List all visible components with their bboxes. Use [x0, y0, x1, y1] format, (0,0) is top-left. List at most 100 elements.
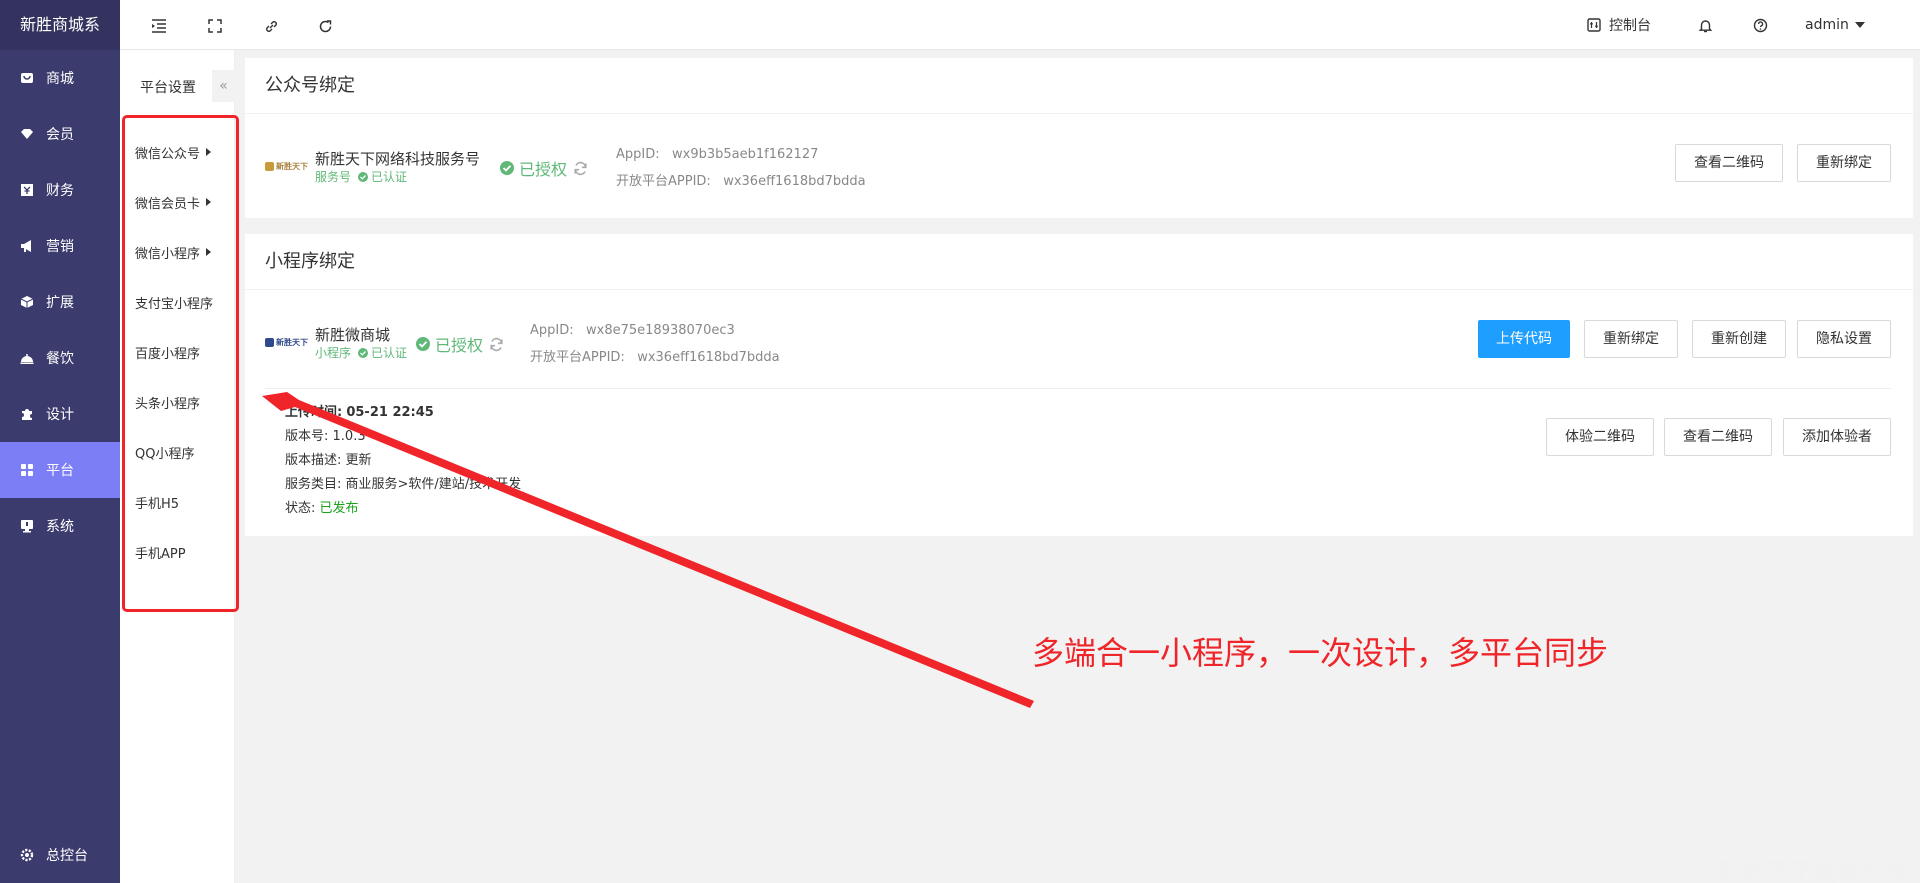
- sidebar-item-3[interactable]: 营销: [0, 218, 120, 274]
- sidebar-footer-label: 总控台: [46, 848, 88, 864]
- sync-icon[interactable]: [573, 161, 588, 176]
- logo-badge-icon: [265, 337, 274, 347]
- submenu-item-2[interactable]: 微信小程序: [120, 227, 234, 277]
- category-value: 商业服务>软件/建站/技术开发: [345, 477, 522, 492]
- mini-program-name: 新胜微商城: [315, 326, 391, 344]
- submenu-item-label: 手机APP: [135, 546, 186, 562]
- mini-program-type: 小程序 已认证: [315, 344, 407, 361]
- submenu-item-label: 微信小程序: [135, 246, 201, 262]
- mini-view-qrcode-button[interactable]: 查看二维码: [1664, 418, 1772, 456]
- check-circle-icon: [416, 337, 430, 351]
- recreate-button[interactable]: 重新创建: [1692, 320, 1786, 358]
- submenu-item-3[interactable]: 支付宝小程序: [120, 277, 234, 327]
- privacy-settings-button[interactable]: 隐私设置: [1797, 320, 1891, 358]
- caret-right-icon: [206, 198, 212, 206]
- version-label: 版本号:: [285, 429, 329, 444]
- caret-right-icon: [206, 248, 212, 256]
- verified-check-icon: [358, 171, 369, 182]
- sidebar-item-0[interactable]: 商城: [0, 50, 120, 106]
- console-label: 控制台: [1609, 18, 1651, 34]
- sidebar-item-label: 营销: [46, 239, 74, 255]
- mini-card-title: 小程序绑定: [245, 234, 1913, 290]
- verified-check-icon: [358, 347, 369, 358]
- link-icon[interactable]: [262, 17, 280, 35]
- official-card-title: 公众号绑定: [245, 58, 1913, 114]
- rebind-button[interactable]: 重新绑定: [1797, 144, 1891, 182]
- submenu-list: 微信公众号微信会员卡微信小程序支付宝小程序百度小程序头条小程序 QQ小程序手机H5…: [120, 127, 234, 577]
- view-qrcode-button[interactable]: 查看二维码: [1675, 144, 1783, 182]
- official-appid-label: AppID:: [616, 147, 660, 162]
- official-auth-status: 已授权: [500, 156, 588, 180]
- official-open-value: wx36eff1618bd7bdda: [723, 174, 866, 189]
- member-icon: [20, 127, 34, 141]
- upload-time-value: 05-21 22:45: [346, 405, 434, 420]
- megaphone-icon: [20, 239, 34, 253]
- mini-auth-status: 已授权: [416, 332, 504, 356]
- submenu-item-label: 手机H5: [135, 496, 180, 512]
- submenu-item-8[interactable]: 手机APP: [120, 527, 234, 577]
- official-appid-value: wx9b3b5aeb1f162127: [672, 147, 819, 162]
- sidebar-item-label: 财务: [46, 183, 74, 199]
- sidebar-item-6[interactable]: 设计: [0, 386, 120, 442]
- add-tester-button[interactable]: 添加体验者: [1783, 418, 1891, 456]
- sync-icon[interactable]: [489, 337, 504, 352]
- official-logo: 新胜天下: [265, 157, 309, 175]
- check-circle-icon: [500, 161, 514, 175]
- platform-submenu: 平台设置 « 微信公众号 微信会员卡 微信小程序 支付宝小程序 百度小程序 头条小程序 QQ…: [120, 50, 235, 883]
- status-value: 已发布: [319, 501, 359, 516]
- mini-open-appid: 开放平台APPID: wx36eff1618bd7bdda: [530, 346, 780, 365]
- fullscreen-icon[interactable]: [206, 17, 224, 35]
- sidebar-item-label: 会员: [46, 127, 74, 143]
- sidebar-item-5[interactable]: 餐饮: [0, 330, 120, 386]
- sidebar-item-7[interactable]: 平台: [0, 442, 120, 498]
- sidebar-item-label: 系统: [46, 519, 74, 535]
- menu-fold-icon[interactable]: [150, 17, 168, 35]
- mini-logo-text: 新胜天下: [276, 337, 308, 347]
- description-label: 版本描述:: [285, 453, 342, 468]
- submenu-item-label: 头条小程序: [135, 396, 201, 412]
- console-icon: [1587, 18, 1601, 32]
- sidebar-item-label: 餐饮: [46, 351, 74, 367]
- official-verified-label: 已认证: [371, 170, 408, 184]
- cube-icon: [20, 295, 34, 309]
- divider: [265, 388, 1891, 389]
- sidebar-item-4[interactable]: 扩展: [0, 274, 120, 330]
- submenu-item-5[interactable]: 头条小程序: [120, 377, 234, 427]
- sidebar-item-2[interactable]: 财务: [0, 162, 120, 218]
- bell-icon[interactable]: [1698, 14, 1713, 36]
- experience-qrcode-button[interactable]: 体验二维码: [1546, 418, 1654, 456]
- refresh-icon[interactable]: [316, 17, 334, 35]
- submenu-item-label: 支付宝小程序: [135, 296, 214, 312]
- sidebar-item-label: 平台: [46, 463, 74, 479]
- sidebar-footer-console[interactable]: 总控台: [0, 841, 120, 869]
- submenu-item-1[interactable]: 微信会员卡: [120, 177, 234, 227]
- submenu-item-0[interactable]: 微信公众号: [120, 127, 234, 177]
- submenu-item-label: 微信会员卡: [135, 196, 201, 212]
- user-menu[interactable]: admin: [1805, 14, 1865, 36]
- submenu-item-7[interactable]: 手机H5: [120, 477, 234, 527]
- submenu-item-6[interactable]: QQ小程序: [120, 427, 234, 477]
- official-account-type: 服务号 已认证: [315, 168, 407, 185]
- mini-auth-label: 已授权: [435, 336, 484, 355]
- submenu-item-4[interactable]: 百度小程序: [120, 327, 234, 377]
- official-auth-label: 已授权: [519, 160, 568, 179]
- mini-appid-value: wx8e75e18938070ec3: [586, 323, 735, 338]
- monitor-icon: [20, 519, 34, 533]
- help-icon[interactable]: [1753, 14, 1768, 36]
- mini-verified-label: 已认证: [371, 346, 408, 360]
- mini-open-label: 开放平台APPID:: [530, 350, 625, 365]
- sidebar-item-label: 设计: [46, 407, 74, 423]
- upload-code-button[interactable]: 上传代码: [1478, 320, 1570, 358]
- finance-icon: [20, 183, 34, 197]
- collapse-button[interactable]: «: [212, 70, 235, 102]
- sidebar-item-8[interactable]: 系统: [0, 498, 120, 554]
- description-row: 版本描述: 更新: [285, 449, 372, 468]
- status-row: 状态: 已发布: [285, 497, 359, 516]
- official-appid: AppID: wx9b3b5aeb1f162127: [616, 147, 818, 162]
- main-nav: 商城会员财务营销扩展餐饮设计平台系统: [0, 50, 120, 554]
- caret-down-icon: [1854, 22, 1865, 28]
- sidebar-item-1[interactable]: 会员: [0, 106, 120, 162]
- mini-appid-label: AppID:: [530, 323, 574, 338]
- mini-rebind-button[interactable]: 重新绑定: [1584, 320, 1678, 358]
- console-link[interactable]: 控制台: [1587, 14, 1651, 36]
